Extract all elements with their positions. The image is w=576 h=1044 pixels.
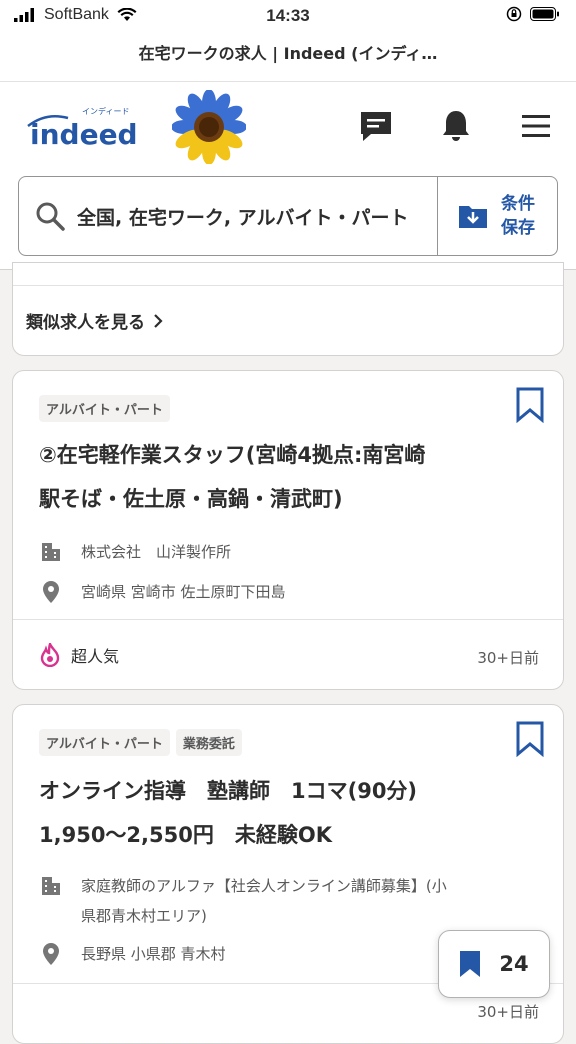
saved-jobs-button[interactable]: 24	[438, 930, 550, 998]
status-icons	[506, 6, 560, 22]
building-icon	[42, 543, 60, 561]
card-divider	[13, 285, 563, 286]
company-row: 株式会社 山洋製作所	[39, 537, 231, 567]
download-icon	[459, 206, 487, 228]
location-row: 宮崎県 宮崎市 佐土原町下田島	[39, 577, 286, 607]
card-divider	[13, 619, 563, 620]
job-location: 長野県 小県郡 青木村	[81, 945, 226, 963]
location-row: 長野県 小県郡 青木村	[39, 939, 226, 969]
company-name-line2: 県郡青木村エリア)	[81, 907, 207, 925]
company-name: 株式会社 山洋製作所	[81, 543, 232, 561]
search-input[interactable]: 全国, 在宅ワーク, アルバイト・パート	[19, 177, 437, 255]
save-label-line1: 条件	[501, 194, 535, 214]
site-header: インディード indeed 全国, 在宅ワーク, アルバイト・パート 条件 保存	[0, 82, 576, 270]
menu-button[interactable]	[516, 106, 556, 146]
search-query: 全国, 在宅ワーク, アルバイト・パート	[77, 206, 409, 229]
company-row: 家庭教師のアルファ【社会人オンライン講師募集】(小 県郡青木村エリア)	[39, 871, 447, 931]
job-title: ②在宅軽作業スタッフ(宮崎4拠点:南宮崎 駅そば・佐土原・高鍋・清武町)	[39, 433, 509, 521]
page-title: 在宅ワークの求人 | Indeed (インディ…	[138, 44, 438, 63]
sunflower-image	[172, 90, 246, 164]
job-title-line2: 駅そば・佐土原・高鍋・清武町)	[39, 487, 343, 511]
similar-jobs-label: 類似求人を見る	[26, 313, 145, 333]
bookmark-filled-icon	[460, 951, 481, 977]
bookmark-icon[interactable]	[515, 387, 545, 423]
job-title-line1: ②在宅軽作業スタッフ(宮崎4拠点:南宮崎	[39, 443, 426, 467]
company-name: 家庭教師のアルファ【社会人オンライン講師募集】(小 県郡青木村エリア)	[81, 871, 447, 931]
message-icon	[361, 112, 391, 141]
bookmark-icon[interactable]	[515, 721, 545, 757]
job-title: オンライン指導 塾講師 1コマ(90分) 1,950〜2,550円 未経験OK	[39, 769, 539, 857]
location-pin-icon	[43, 581, 59, 603]
orientation-lock-icon	[506, 6, 522, 22]
search-icon	[36, 202, 65, 231]
job-type-tag: アルバイト・パート	[39, 395, 170, 422]
posted-date: 30+日前	[477, 1003, 539, 1021]
job-type-tag: アルバイト・パート	[39, 729, 170, 756]
similar-jobs-link[interactable]: 類似求人を見る	[26, 308, 163, 333]
posted-date: 30+日前	[477, 649, 539, 667]
status-bar: SoftBank 14:33	[0, 0, 576, 34]
messages-button[interactable]	[356, 106, 396, 146]
save-search-button[interactable]: 条件 保存	[438, 177, 558, 255]
bell-icon	[443, 111, 469, 141]
location-pin-icon	[43, 943, 59, 965]
job-location: 宮崎県 宮崎市 佐土原町下田島	[81, 583, 286, 601]
menu-icon	[522, 115, 550, 137]
saved-jobs-count: 24	[499, 952, 529, 976]
job-type-tag: 業務委託	[175, 729, 242, 756]
building-icon	[42, 877, 60, 895]
company-name-line1: 家庭教師のアルファ【社会人オンライン講師募集】(小	[81, 877, 447, 895]
job-title-line1: オンライン指導 塾講師 1コマ(90分)	[39, 779, 418, 803]
indeed-logo[interactable]: インディード indeed	[26, 104, 150, 148]
job-tags: アルバイト・パート	[39, 395, 176, 422]
logo-kana: インディード	[82, 106, 129, 116]
notifications-button[interactable]	[436, 106, 476, 146]
job-tags: アルバイト・パート 業務委託	[39, 729, 248, 756]
job-salary: 1,950〜2,550円 未経験OK	[39, 823, 332, 847]
battery-icon	[530, 7, 559, 21]
save-search-label: 条件 保存	[501, 192, 539, 240]
search-box: 全国, 在宅ワーク, アルバイト・パート 条件 保存	[18, 176, 558, 256]
clock: 14:33	[266, 6, 310, 25]
logo-text: indeed	[30, 118, 138, 148]
badge-label: 超人気	[71, 647, 120, 666]
popularity-badge: 超人気	[39, 643, 119, 667]
save-label-line2: 保存	[501, 218, 535, 238]
browser-title-bar[interactable]: 在宅ワークの求人 | Indeed (インディ…	[0, 34, 576, 82]
job-card[interactable]: アルバイト・パート ②在宅軽作業スタッフ(宮崎4拠点:南宮崎 駅そば・佐土原・高…	[12, 370, 564, 690]
fire-icon	[40, 643, 60, 667]
chevron-right-icon	[154, 313, 163, 328]
